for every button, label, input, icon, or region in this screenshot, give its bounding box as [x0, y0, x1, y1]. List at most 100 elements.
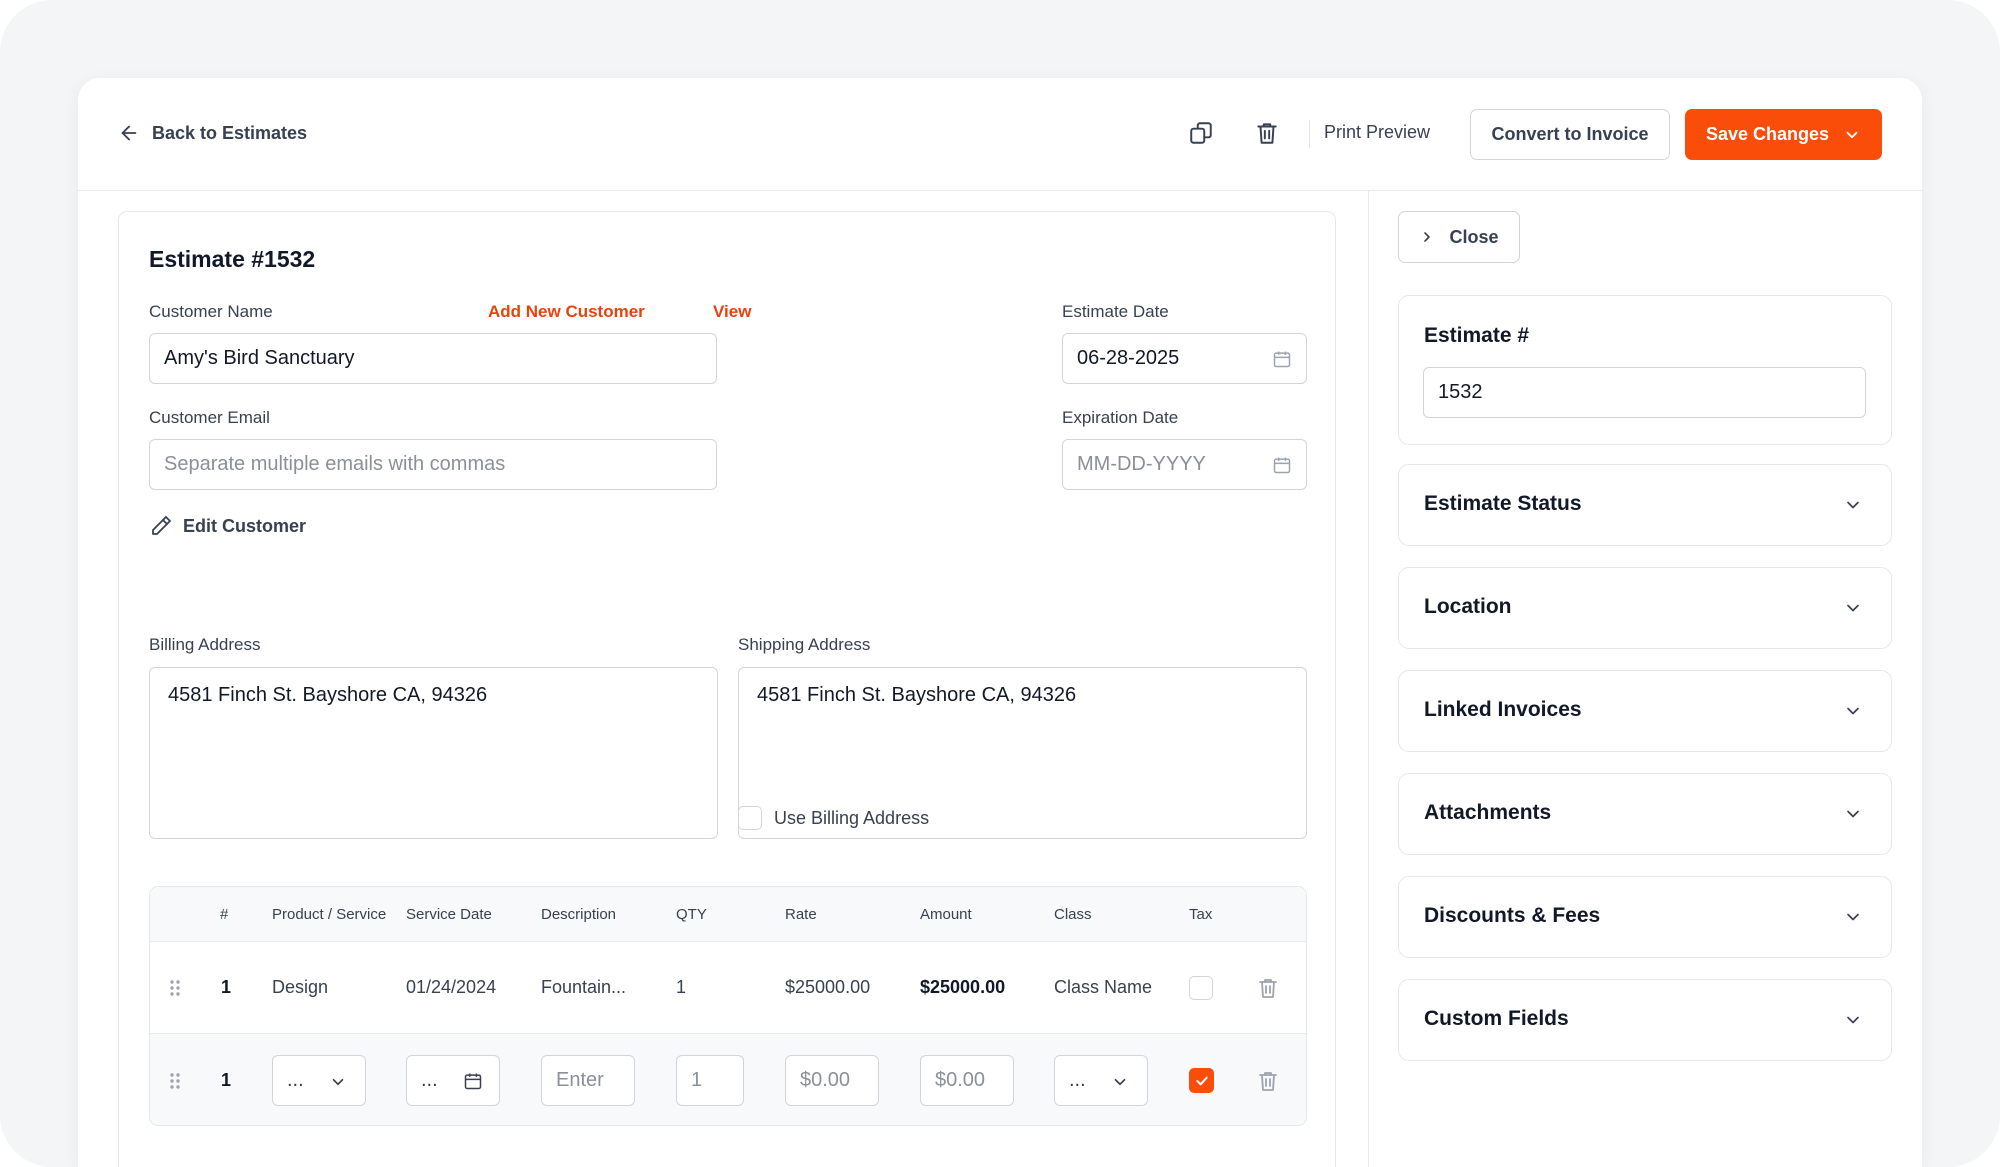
drag-handle-icon[interactable]: [168, 978, 182, 998]
service-date-value: ...: [421, 1069, 438, 1091]
top-bar: Back to Estimates Print Preview Convert …: [78, 78, 1922, 191]
use-billing-address-label: Use Billing Address: [774, 808, 930, 828]
save-changes-button[interactable]: Save Changes: [1685, 109, 1882, 160]
row-product: Design: [272, 977, 329, 997]
chevron-right-icon: [1424, 232, 1431, 242]
chevron-down-icon: [1847, 1016, 1859, 1024]
section-title: Location: [1424, 595, 1512, 618]
product-select-value: ...: [287, 1069, 304, 1091]
view-customer-link[interactable]: View: [713, 302, 751, 322]
row-qty: 1: [676, 977, 687, 997]
section-title: Custom Fields: [1424, 1007, 1569, 1030]
chevron-down-icon: [1847, 913, 1859, 921]
checkmark-icon: [1195, 1076, 1208, 1085]
estimate-number-input[interactable]: 1532: [1423, 367, 1866, 418]
estimate-title: Estimate #1532: [149, 246, 316, 272]
column-header-description: Description: [541, 906, 617, 923]
column-header-rate: Rate: [785, 906, 817, 923]
estimate-number-label: Estimate #: [1424, 324, 1530, 347]
section-custom-fields[interactable]: Custom Fields: [1398, 979, 1892, 1061]
amount-value: $0.00: [935, 1069, 986, 1091]
expiration-date-label: Expiration Date: [1062, 408, 1179, 427]
qty-value: 1: [691, 1069, 703, 1091]
estimate-window: Back to Estimates Print Preview Convert …: [78, 78, 1922, 1167]
estimate-number-value: 1532: [1438, 381, 1483, 403]
amount-input[interactable]: $0.00: [920, 1055, 1014, 1106]
section-title: Linked Invoices: [1424, 698, 1582, 721]
estimate-number-panel: Estimate # 1532: [1398, 295, 1892, 445]
shipping-address-label: Shipping Address: [738, 635, 871, 654]
class-select[interactable]: ...: [1054, 1055, 1148, 1106]
estimate-date-label: Estimate Date: [1062, 302, 1169, 321]
table-row-editable[interactable]: 1 ... ... Enter 1 $0.00 $0.00 ...: [150, 1034, 1306, 1125]
calendar-icon: [1273, 457, 1291, 474]
trash-icon[interactable]: [1256, 976, 1280, 1000]
arrow-left-icon: [121, 125, 137, 141]
close-sidebar-button[interactable]: Close: [1398, 211, 1520, 263]
customer-email-input[interactable]: Separate multiple emails with commas: [149, 439, 717, 490]
trash-icon[interactable]: [1256, 1069, 1280, 1093]
column-header-tax: Tax: [1189, 906, 1213, 923]
section-estimate-status[interactable]: Estimate Status: [1398, 464, 1892, 546]
calendar-icon: [1273, 351, 1291, 368]
billing-address-label: Billing Address: [149, 635, 261, 654]
description-input[interactable]: Enter: [541, 1055, 635, 1106]
estimate-date-input[interactable]: 06-28-2025: [1062, 333, 1307, 384]
rate-input[interactable]: $0.00: [785, 1055, 879, 1106]
row-description: Fountain...: [541, 977, 627, 997]
back-to-estimates-link[interactable]: Back to Estimates: [118, 122, 307, 144]
duplicate-icon: [1190, 122, 1212, 144]
section-location[interactable]: Location: [1398, 567, 1892, 649]
use-billing-address-checkbox[interactable]: [738, 806, 762, 830]
trash-icon: [1257, 123, 1277, 144]
service-date-input[interactable]: ...: [406, 1055, 500, 1106]
add-new-customer-link[interactable]: Add New Customer: [488, 302, 645, 322]
qty-input[interactable]: 1: [676, 1055, 744, 1106]
section-attachments[interactable]: Attachments: [1398, 773, 1892, 855]
column-header-class: Class: [1054, 906, 1092, 923]
expiration-date-input[interactable]: MM-DD-YYYY: [1062, 439, 1307, 490]
column-header-product: Product / Service: [272, 906, 386, 923]
row-number: 1: [221, 1070, 232, 1090]
tax-checkbox-checked[interactable]: [1189, 1068, 1214, 1093]
chevron-down-icon: [1847, 501, 1859, 509]
customer-name-label: Customer Name: [149, 302, 273, 321]
chevron-down-icon: [1114, 1078, 1126, 1086]
estimate-date-value: 06-28-2025: [1077, 347, 1180, 369]
customer-email-label: Customer Email: [149, 408, 270, 427]
chevron-down-icon: [1846, 131, 1858, 138]
duplicate-button[interactable]: [1186, 118, 1216, 148]
edit-customer-button[interactable]: Edit Customer: [149, 514, 306, 538]
drag-handle-icon[interactable]: [168, 1071, 182, 1091]
convert-to-invoice-button[interactable]: Convert to Invoice: [1470, 109, 1670, 160]
section-discounts-fees[interactable]: Discounts & Fees: [1398, 876, 1892, 958]
print-preview-link[interactable]: Print Preview: [1324, 122, 1430, 143]
section-linked-invoices[interactable]: Linked Invoices: [1398, 670, 1892, 752]
chevron-down-icon: [1847, 810, 1859, 818]
line-items-table: # Product / Service Service Date Descrip…: [149, 886, 1307, 1126]
table-row[interactable]: 1 Design 01/24/2024 Fountain... 1 $25000…: [150, 942, 1306, 1034]
description-placeholder: Enter: [556, 1069, 604, 1091]
delete-estimate-button[interactable]: [1252, 118, 1282, 148]
customer-email-placeholder: Separate multiple emails with commas: [164, 453, 506, 475]
expiration-date-placeholder: MM-DD-YYYY: [1077, 453, 1206, 475]
chevron-down-icon: [1847, 604, 1859, 612]
back-label: Back to Estimates: [152, 122, 308, 143]
rate-value: $0.00: [800, 1069, 851, 1091]
billing-address-textarea[interactable]: 4581 Finch St. Bayshore CA, 94326: [149, 667, 718, 839]
table-header: # Product / Service Service Date Descrip…: [150, 887, 1306, 942]
row-tax-checkbox[interactable]: [1189, 976, 1213, 1000]
customer-name-input[interactable]: Amy's Bird Sanctuary: [149, 333, 717, 384]
header-divider: [1309, 120, 1310, 148]
calendar-icon: [464, 1073, 482, 1090]
class-select-value: ...: [1069, 1069, 1086, 1091]
chevron-down-icon: [332, 1078, 344, 1086]
estimate-form-card: Estimate #1532 Customer Name Add New Cus…: [118, 211, 1336, 1167]
product-select[interactable]: ...: [272, 1055, 366, 1106]
column-header-service-date: Service Date: [406, 906, 492, 923]
row-amount: $25000.00: [920, 977, 1006, 997]
column-header-qty: QTY: [676, 906, 707, 923]
sidebar-divider: [1368, 191, 1369, 1167]
row-rate: $25000.00: [785, 977, 871, 997]
section-title: Estimate Status: [1424, 492, 1582, 515]
